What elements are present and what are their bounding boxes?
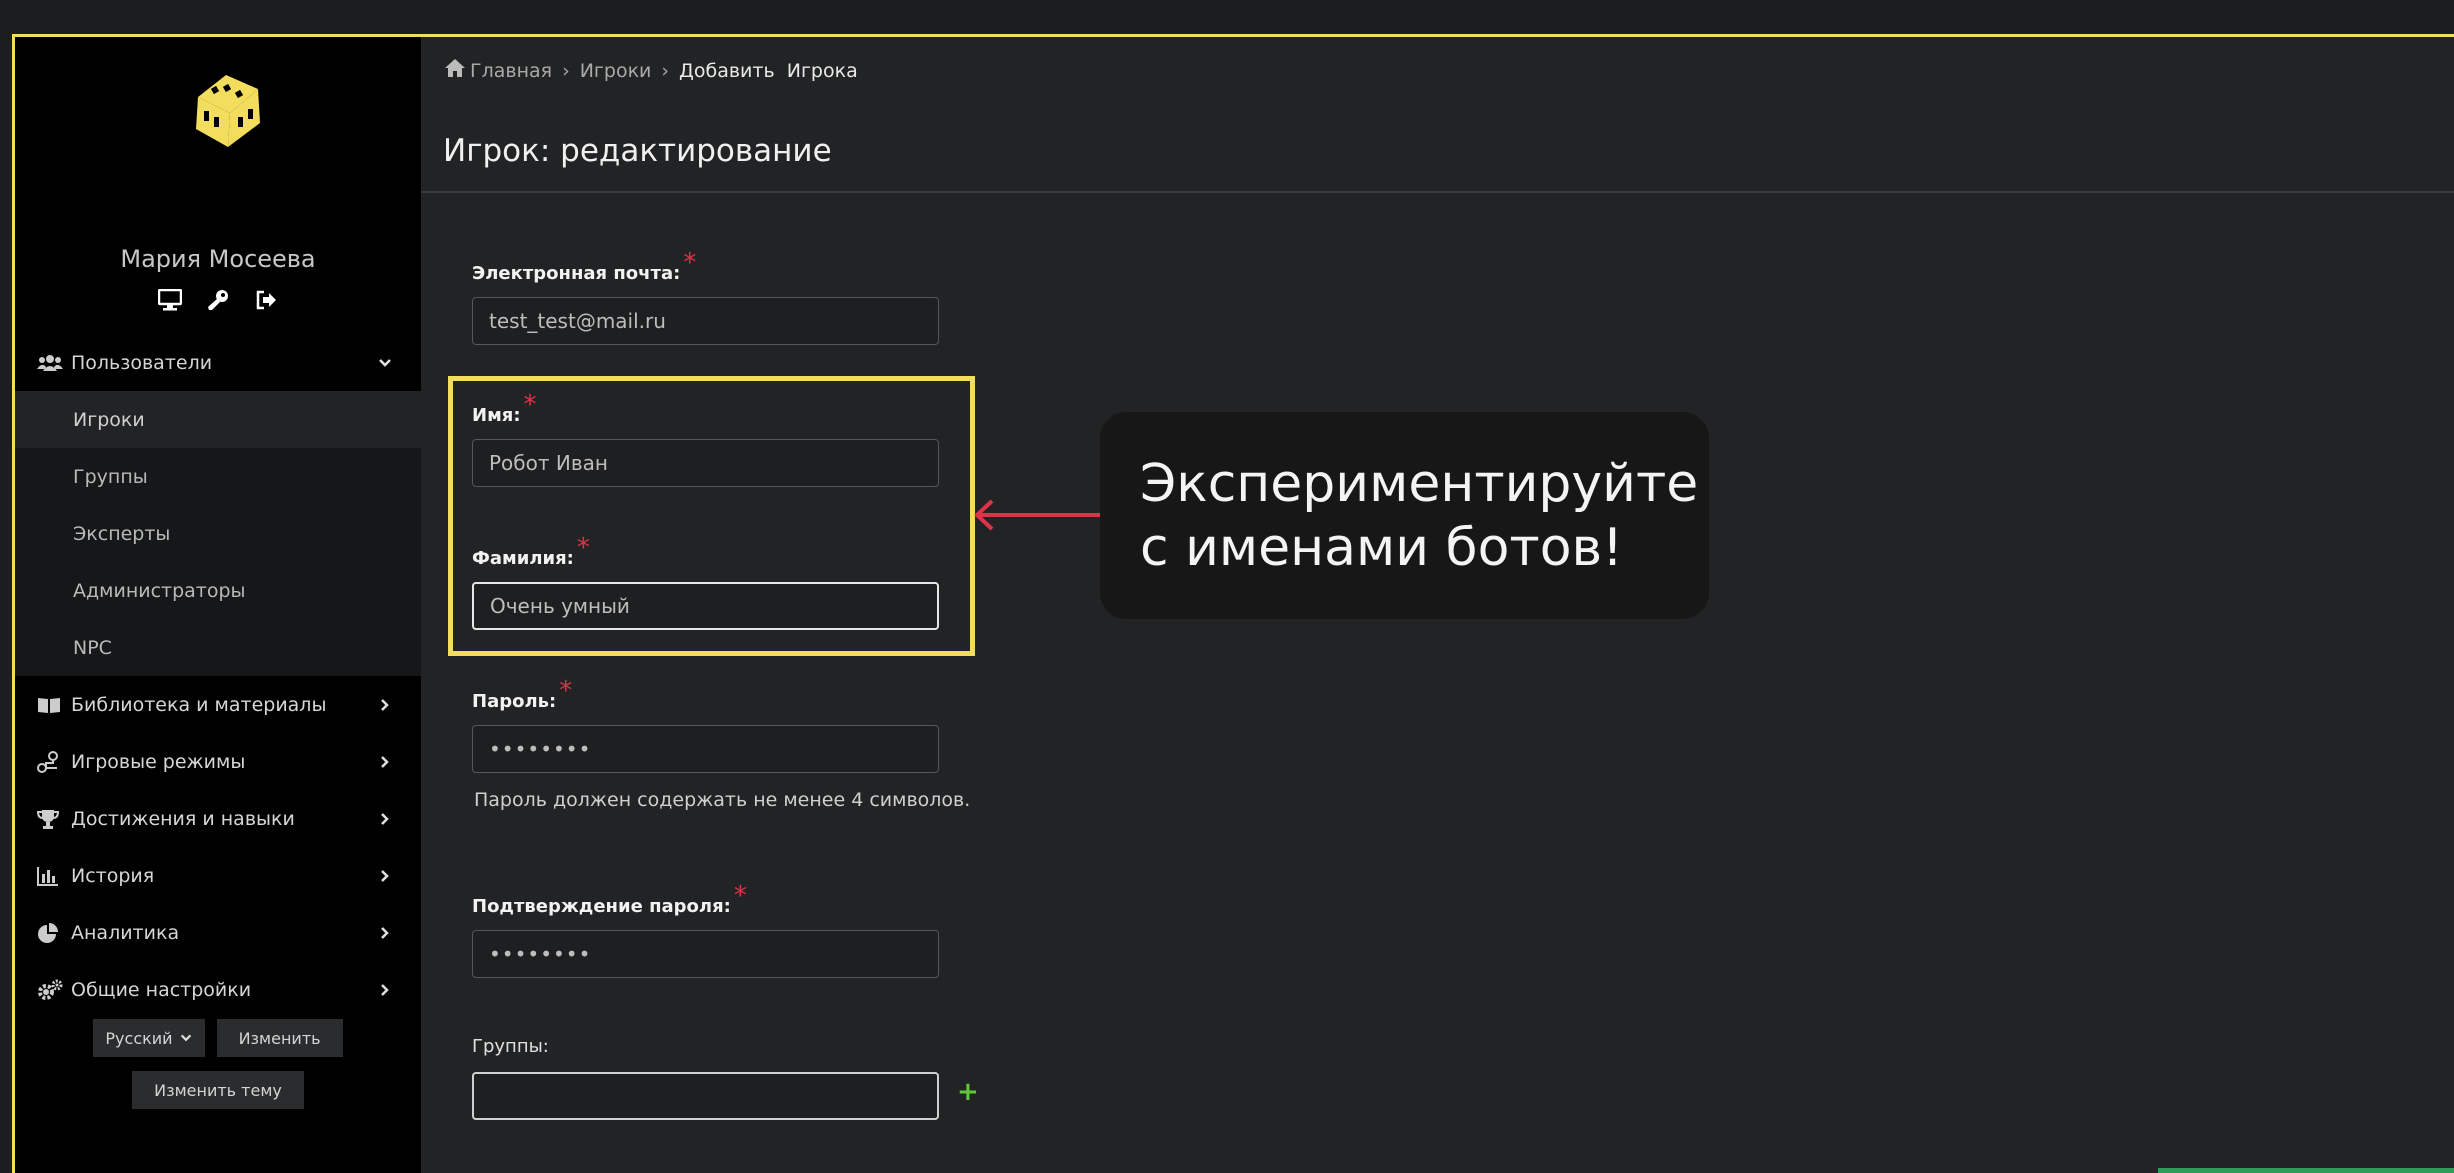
tip-callout: Экспериментируйте с именами ботов! (1100, 412, 1709, 619)
sidebar-item-npc[interactable]: NPC (15, 619, 421, 676)
password-confirm-label-text: Подтверждение пароля: (472, 896, 731, 917)
sidebar-item-experts[interactable]: Эксперты (15, 505, 421, 562)
app-logo (196, 75, 260, 147)
password-field[interactable]: •••••••• (472, 725, 939, 773)
groups-field[interactable] (472, 1072, 939, 1120)
sidebar-item-admins[interactable]: Администраторы (15, 562, 421, 619)
chevron-down-icon (379, 358, 391, 367)
chevron-right-icon (381, 983, 389, 996)
trophy-icon (37, 808, 63, 830)
chevron-right-icon (381, 926, 389, 939)
users-submenu: Игроки Группы Эксперты Администраторы NP… (15, 391, 421, 676)
save-buttons-edge[interactable] (2158, 1168, 2454, 1173)
chevron-right-icon (381, 698, 389, 711)
first-name-label: Имя: * (472, 390, 537, 428)
logout-icon[interactable] (253, 287, 279, 313)
required-mark: * (733, 881, 747, 911)
sidebar-item-label: Пользователи (71, 351, 213, 374)
breadcrumb-home[interactable]: Главная (470, 60, 552, 82)
chevron-right-icon (381, 869, 389, 882)
breadcrumb-players[interactable]: Игроки (580, 60, 652, 82)
last-name-field[interactable]: Очень умный (472, 582, 939, 630)
sidebar-item-achievements[interactable]: Достижения и навыки (15, 790, 421, 847)
first-name-label-text: Имя: (472, 405, 521, 426)
password-hint: Пароль должен содержать не менее 4 симво… (474, 789, 971, 811)
required-mark: * (559, 676, 573, 706)
sidebar-item-label: Игровые режимы (71, 750, 246, 773)
password-label-text: Пароль: (472, 691, 557, 712)
password-confirm-label: Подтверждение пароля: * (472, 881, 747, 919)
sidebar-item-users[interactable]: Пользователи (15, 334, 421, 391)
pie-chart-icon (37, 922, 63, 944)
groups-label: Группы: (472, 1036, 549, 1057)
page-title: Игрок: редактирование (443, 133, 832, 169)
sidebar-item-game-modes[interactable]: Игровые режимы (15, 733, 421, 790)
sidebar-item-label: Библиотека и материалы (71, 693, 327, 716)
arrow-left-icon (974, 499, 1102, 531)
chevron-down-icon (180, 1034, 191, 1042)
sidebar-item-analytics[interactable]: Аналитика (15, 904, 421, 961)
required-mark: * (576, 533, 590, 563)
theme-row: Изменить тему (15, 1071, 421, 1109)
tip-line-2: с именами ботов! (1140, 518, 1624, 578)
sidebar-item-players[interactable]: Игроки (15, 391, 421, 448)
last-name-label: Фамилия: * (472, 533, 590, 571)
language-row: Русский Изменить (15, 1019, 421, 1057)
required-mark: * (683, 248, 697, 278)
sidebar-item-label: Аналитика (71, 921, 180, 944)
chart-bar-icon (37, 865, 63, 887)
route-icon (37, 750, 63, 773)
language-select-value: Русский (105, 1028, 173, 1048)
change-language-button[interactable]: Изменить (216, 1019, 343, 1057)
email-label-text: Электронная почта: (472, 263, 681, 284)
sidebar-item-label: Общие настройки (71, 978, 252, 1001)
email-label: Электронная почта: * (472, 248, 696, 286)
breadcrumb: Главная › Игроки › Добавить Игрока (444, 58, 858, 83)
sidebar-item-label: История (71, 864, 155, 887)
password-label: Пароль: * (472, 676, 572, 714)
sidebar-menu: Пользователи Игроки Группы Эксперты Адми… (15, 334, 421, 1018)
monitor-icon[interactable] (157, 287, 183, 313)
chevron-right-icon (381, 755, 389, 768)
add-group-icon[interactable]: + (957, 1077, 979, 1107)
required-mark: * (523, 390, 537, 420)
user-actions (15, 287, 421, 313)
sidebar-item-label: Достижения и навыки (71, 807, 295, 830)
change-theme-button[interactable]: Изменить тему (132, 1071, 304, 1109)
home-icon[interactable] (444, 58, 466, 83)
last-name-label-text: Фамилия: (472, 548, 574, 569)
sidebar-item-library[interactable]: Библиотека и материалы (15, 676, 421, 733)
user-name: Мария Мосеева (120, 245, 316, 273)
password-confirm-field[interactable]: •••••••• (472, 930, 939, 978)
key-icon[interactable] (205, 287, 231, 313)
book-icon (37, 694, 63, 716)
users-icon (37, 352, 63, 374)
first-name-field[interactable]: Робот Иван (472, 439, 939, 487)
email-field[interactable]: test_test@mail.ru (472, 297, 939, 345)
language-select[interactable]: Русский (93, 1019, 205, 1057)
breadcrumb-current: Добавить Игрока (679, 59, 858, 82)
tip-line-1: Экспериментируйте (1140, 454, 1699, 514)
cogs-icon (37, 979, 63, 1001)
sidebar: Мария Мосеева Пользователи Игроки Группы… (15, 37, 421, 1173)
chevron-right-icon (381, 812, 389, 825)
sidebar-item-groups[interactable]: Группы (15, 448, 421, 505)
breadcrumb-separator: › (661, 59, 670, 82)
breadcrumb-separator: › (562, 59, 570, 82)
divider (421, 191, 2454, 193)
sidebar-item-settings[interactable]: Общие настройки (15, 961, 421, 1018)
sidebar-item-history[interactable]: История (15, 847, 421, 904)
